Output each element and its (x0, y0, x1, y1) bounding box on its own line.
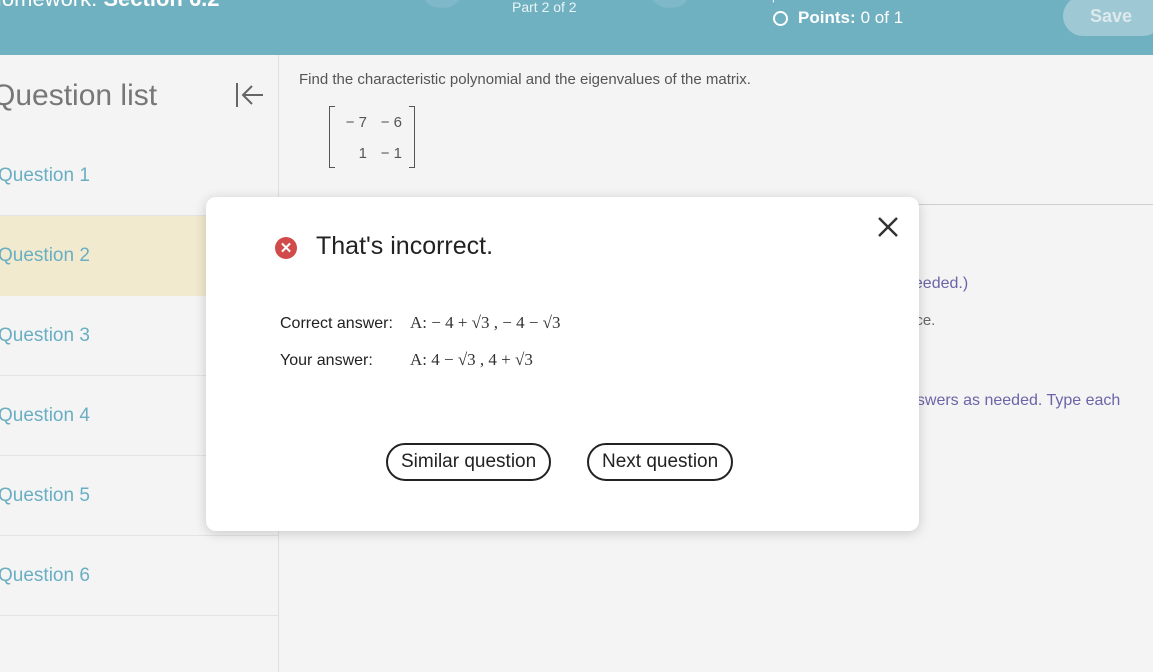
question-label: Question 2 (0, 245, 90, 266)
your-answer-label: Your answer: (280, 352, 373, 369)
close-icon[interactable] (874, 213, 902, 241)
question-list-title: Question list (0, 79, 158, 112)
matrix-bracket-right (409, 106, 415, 168)
question-label: Question 4 (0, 405, 90, 426)
question-label: Question 6 (0, 565, 90, 586)
save-button[interactable]: Save (1063, 0, 1153, 36)
top-bar: Homework: Section 6.2 Part 2 of 2 points… (0, 0, 1153, 55)
correct-answer-row: Correct answer: A: − 4 + √3 , − 4 − √3 (280, 313, 561, 333)
similar-question-button[interactable]: Similar question (386, 443, 552, 481)
matrix-cell: 1 (358, 145, 367, 162)
feedback-dialog: ✕ That's incorrect. Correct answer: A: −… (206, 197, 919, 531)
matrix-cell: − 6 (380, 114, 402, 131)
collapse-sidebar-icon[interactable] (234, 80, 264, 110)
circle-icon (773, 10, 788, 26)
matrix-cell: − 1 (380, 145, 402, 162)
nav-button[interactable] (424, 0, 460, 8)
your-answer-row: Your answer: A: 4 − √3 , 4 + √3 (280, 350, 533, 370)
error-icon: ✕ (275, 237, 297, 259)
question-prompt: Find the characteristic polynomial and t… (299, 71, 751, 88)
result-title: That's incorrect. (316, 232, 494, 260)
part-indicator: Part 2 of 2 (512, 0, 577, 15)
matrix-cell: − 7 (345, 114, 367, 131)
question-label: Question 3 (0, 325, 90, 346)
correct-answer-label: Correct answer: (280, 315, 393, 332)
next-question-button[interactable]: Next question (587, 443, 734, 481)
points-caption: points (772, 0, 807, 3)
your-answer-value: A: 4 − √3 , 4 + √3 (410, 350, 533, 369)
correct-answer-value: A: − 4 + √3 , − 4 − √3 (410, 313, 561, 332)
question-label: Question 1 (0, 165, 90, 186)
matrix-bracket-left (329, 106, 335, 168)
instruction-text: nswers as needed. Type each (908, 392, 1121, 409)
question-label: Question 5 (0, 485, 90, 506)
homework-title: Homework: Section 6.2 (0, 0, 220, 12)
matrix: − 7 − 6 1 − 1 (329, 106, 415, 168)
points-status: Points: 0 of 1 (773, 8, 903, 28)
divider (0, 615, 278, 616)
nav-button[interactable] (652, 0, 688, 8)
question-item[interactable]: Question 6 (0, 536, 278, 616)
